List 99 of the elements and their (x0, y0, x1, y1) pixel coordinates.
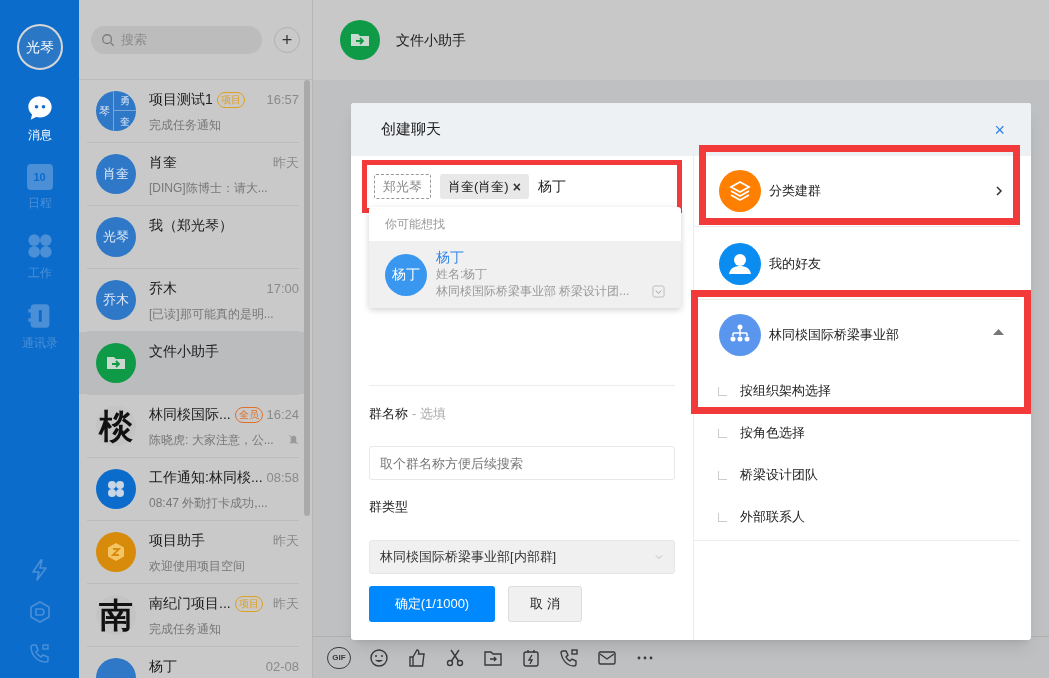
chat-name: 杨丁 (149, 657, 177, 676)
chat-name: 肖奎 (149, 153, 177, 172)
tree-item-label: 桥梁设计团队 (740, 466, 818, 485)
tree-item[interactable]: 桥梁设计团队 (694, 454, 1020, 496)
contact-name: 杨丁 (436, 249, 465, 266)
chat-time: 16:57 (266, 90, 299, 109)
avatar-text: 勇 (120, 94, 130, 108)
scrollbar-thumb[interactable] (304, 80, 310, 516)
group-type-select[interactable]: 林同棪国际桥梁事业部[内部群] (369, 540, 675, 574)
contact-alias: 姓名:杨丁 (436, 266, 489, 283)
four-petal-avatar-icon (96, 469, 136, 509)
tree-branch-icon (718, 470, 727, 480)
chat-preview: [已读]那可能真的是明... (149, 305, 274, 323)
chat-list-item[interactable]: 工作通知:林同棪... 08:58 08:47 外勤打卡成功,... (79, 458, 304, 520)
source-item[interactable]: 分类建群 (694, 156, 1020, 226)
calligraphy-avatar: 棪 (96, 406, 136, 446)
hexagon-avatar-icon (96, 532, 136, 572)
group-name-field[interactable]: 取个群名称方便后续搜索 (369, 446, 675, 480)
calligraphy-avatar: 南 (96, 595, 136, 635)
collapse-caret-icon[interactable] (993, 327, 1004, 335)
tree-item[interactable]: 按组织架构选择 (694, 370, 1020, 412)
tree-item[interactable]: 外部联系人 (694, 496, 1020, 538)
source-item[interactable]: 我的好友 (694, 229, 1020, 299)
chat-list-item[interactable]: 棪 林同棪国际... 全员 16:24 陈晓虎: 大家注意，公... (79, 395, 304, 457)
source-label: 分类建群 (769, 182, 821, 201)
search-icon (101, 32, 115, 47)
tree-branch-icon (718, 428, 727, 438)
scissors-icon[interactable] (445, 647, 465, 668)
chat-icon[interactable] (25, 94, 54, 122)
tree-branch-icon (718, 512, 727, 522)
layers-icon (719, 170, 761, 212)
avatar: 杨丁 (385, 253, 427, 296)
chat-preview: 完成任务通知 (149, 620, 221, 638)
chat-preview: [DING]陈博士：请大... (149, 179, 268, 197)
source-label: 林同棪国际桥梁事业部 (769, 326, 899, 345)
chat-list-item[interactable]: 肖奎 肖奎 昨天 [DING]陈博士：请大... (79, 143, 304, 205)
chat-time: 08:58 (266, 468, 299, 487)
dialog-title: 创建聊天 (381, 119, 441, 140)
remove-button[interactable]: × (512, 179, 521, 194)
chat-time: 02-08 (265, 657, 299, 676)
chat-name: 林同棪国际... (149, 405, 231, 424)
text-input[interactable]: 杨丁 (537, 176, 638, 197)
chat-list-item[interactable]: 乔木 乔木 17:00 [已读]那可能真的是明... (79, 269, 304, 331)
folder-avatar-icon (340, 20, 380, 60)
cancel-button[interactable]: 取 消 (508, 586, 582, 622)
chat-time: 17:00 (266, 279, 299, 298)
chip-label: 肖奎(肖奎) (448, 177, 509, 196)
chat-name: 项目测试1 (149, 90, 213, 109)
nav-label[interactable]: 消息 (27, 126, 52, 144)
profile-avatar[interactable]: 光琴 (16, 24, 63, 70)
org-chart-icon (719, 314, 761, 356)
avatar-text: 琴 (99, 103, 110, 119)
chat-preview: 陈晓虎: 大家注意，公... (149, 431, 274, 449)
smiley-icon[interactable] (369, 647, 389, 668)
chat-list-item[interactable]: 琴 勇 奎 项目测试1 项目 16:57 完成任务通知 (79, 80, 304, 142)
chat-list-item[interactable]: 项目助手 昨天 欢迎使用项目空间 (79, 521, 304, 583)
source-label: 我的好友 (769, 255, 821, 274)
chat-time: 昨天 (273, 531, 299, 550)
chat-name: 南纪门项目... (149, 594, 231, 613)
chat-list-item[interactable]: 光琴 我（郑光琴） (79, 206, 304, 268)
member-chip: 郑光琴 (374, 174, 431, 199)
contact-department: 林同棪国际桥梁事业部 桥梁设计团... (436, 283, 630, 300)
tree-item-label: 外部联系人 (740, 508, 805, 527)
chat-list-item[interactable]: 南 南纪门项目... 项目 昨天 完成任务通知 (79, 584, 304, 646)
conversation-title: 文件小助手 (396, 30, 466, 50)
avatar-text: 奎 (120, 114, 130, 129)
tree-item-label: 按角色选择 (740, 424, 805, 443)
chat-name: 文件小助手 (149, 342, 219, 361)
tree-item-label: 按组织架构选择 (740, 382, 831, 401)
tree-item[interactable]: 按角色选择 (694, 412, 1020, 454)
field-label: 群名称 (369, 404, 408, 423)
chat-list-item[interactable]: 文件小助手 (79, 332, 304, 394)
chat-list-item[interactable]: 杨丁 02-08 (79, 647, 304, 678)
avatar: 乔木 (96, 280, 136, 320)
chat-name: 我（郑光琴） (149, 216, 233, 235)
chat-name: 工作通知:林同棪... (149, 468, 263, 487)
folder-avatar-icon (96, 343, 136, 383)
chat-preview: 08:47 外勤打卡成功,... (149, 494, 268, 512)
chat-name: 项目助手 (149, 531, 205, 550)
tree-branch-icon (718, 386, 727, 396)
chevron-down-icon (654, 552, 664, 562)
chat-time: 昨天 (273, 594, 299, 613)
chat-time: 昨天 (273, 153, 299, 172)
lightning-calendar-icon[interactable] (521, 647, 541, 668)
source-item[interactable]: 林同棪国际桥梁事业部 (694, 300, 1020, 370)
person-icon (719, 243, 761, 285)
chevron-right-icon (994, 185, 1004, 197)
avatar: 光琴 (96, 217, 136, 257)
thumbs-up-icon[interactable] (407, 647, 427, 668)
avatar: 肖奎 (96, 154, 136, 194)
chat-preview: 完成任务通知 (149, 116, 221, 134)
chat-preview: 欢迎使用项目空间 (149, 557, 245, 575)
chat-time: 16:24 (266, 405, 299, 424)
chat-name: 乔木 (149, 279, 177, 298)
dropdown-heading: 你可能想找 (385, 216, 445, 233)
select-value: 林同棪国际桥梁事业部[内部群] (380, 548, 557, 567)
field-label: 群类型 (369, 498, 408, 517)
optional-hint: - 选填 (412, 404, 446, 423)
video-call-icon[interactable] (559, 647, 579, 668)
